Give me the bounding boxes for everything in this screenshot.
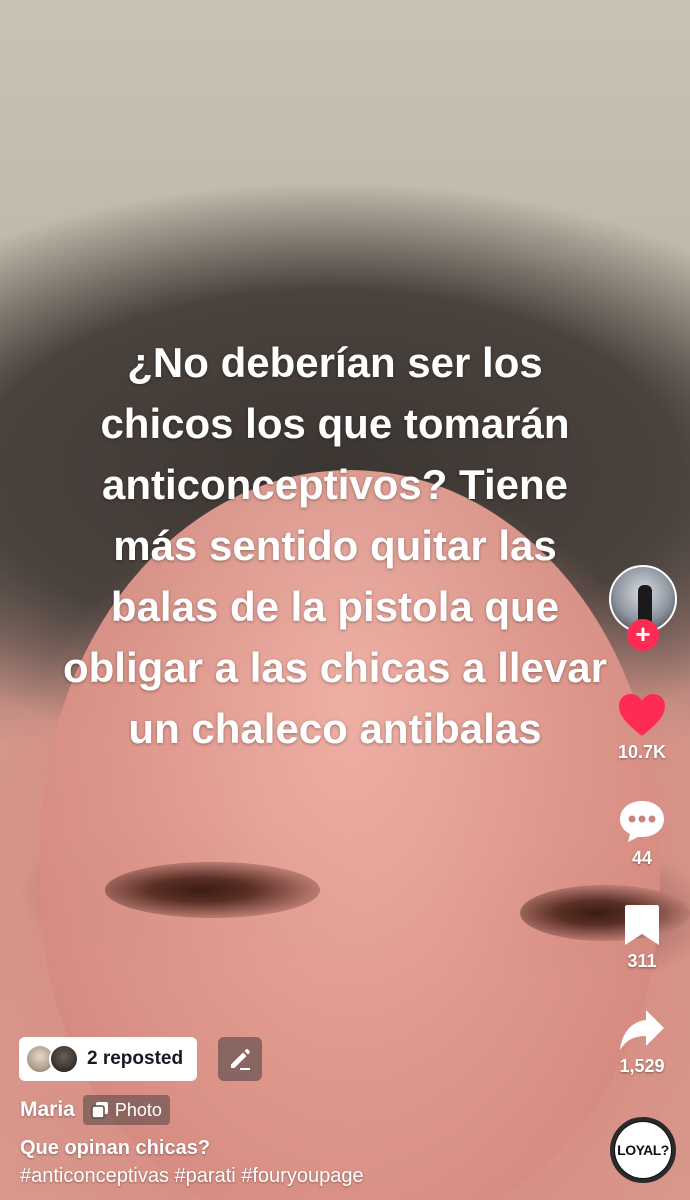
plus-icon: + (635, 619, 651, 649)
overlay-line: ¿No deberían ser los (127, 339, 543, 386)
repost-pill[interactable]: 2 reposted (19, 1037, 198, 1081)
comment-count: 44 (631, 848, 653, 868)
heart-icon (619, 694, 665, 736)
comment-icon (620, 801, 664, 842)
photo-badge-label: Photo (114, 1099, 162, 1120)
save-button[interactable]: 311 (606, 903, 678, 972)
follow-button[interactable]: + (627, 619, 659, 651)
music-disc[interactable]: LOYAL? (610, 1117, 676, 1183)
pencil-icon (231, 1049, 250, 1070)
comment-button[interactable]: 44 (606, 798, 678, 869)
bookmark-icon (625, 905, 659, 945)
like-count: 10.7K (617, 742, 667, 762)
share-icon (620, 1010, 664, 1050)
save-count: 311 (627, 951, 657, 971)
author-name[interactable]: Maria (20, 1098, 75, 1122)
edit-button[interactable] (218, 1037, 262, 1081)
post-hashtags[interactable]: #anticonceptivas #parati #fouryoupage (20, 1165, 364, 1188)
overlay-line: anticonceptivos? Tiene (102, 461, 568, 508)
overlay-line: obligar a las chicas a llevar (63, 644, 607, 691)
creator-avatar-group: + (609, 565, 677, 655)
photo-badge: Photo (82, 1095, 170, 1125)
post-caption[interactable]: Que opinan chicas? (20, 1137, 210, 1160)
share-button[interactable]: 1,529 (606, 1008, 678, 1077)
video-feed-screen: ¿No deberían ser los chicos los que toma… (0, 0, 690, 1200)
photo-icon (91, 1102, 108, 1119)
repost-label: 2 reposted (87, 1048, 184, 1069)
left-eye (105, 862, 320, 918)
overlay-line: balas de la pistola que (110, 583, 560, 630)
share-count: 1,529 (619, 1056, 665, 1076)
like-button[interactable]: 10.7K (606, 692, 678, 763)
overlay-line: más sentido quitar las (113, 522, 557, 569)
music-disc-label: LOYAL? (615, 1122, 671, 1178)
author-row: Maria Photo (20, 1095, 170, 1125)
overlay-line: un chaleco antibalas (128, 705, 542, 752)
overlay-line: chicos los que tomarán (100, 400, 570, 447)
overlay-text: ¿No deberían ser los chicos los que toma… (20, 332, 650, 759)
reposter-avatar (49, 1044, 79, 1074)
